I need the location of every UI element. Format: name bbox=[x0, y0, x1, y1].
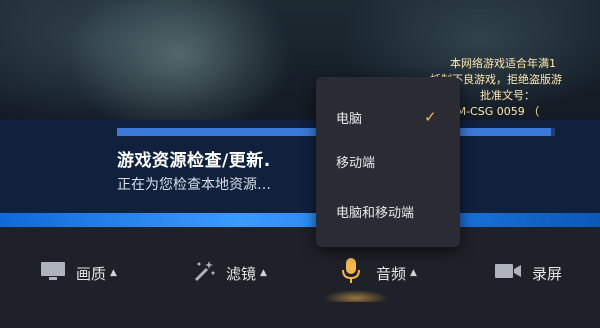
filter-label: 滤镜 bbox=[226, 264, 257, 283]
checkmark-icon: ✓ bbox=[424, 108, 437, 126]
notice-line-1: 本网络游戏适合年满1 bbox=[450, 57, 556, 70]
progress-subtitle: 正在为您检查本地资源… bbox=[117, 177, 271, 193]
microphone-icon bbox=[340, 257, 362, 289]
audio-label: 音频 bbox=[376, 264, 407, 283]
caret-up-icon: ▲ bbox=[410, 268, 417, 278]
progress-title: 游戏资源检查/更新. bbox=[117, 151, 271, 171]
audio-option-pc-and-mobile[interactable]: 电脑和移动端 bbox=[336, 202, 414, 221]
quality-button[interactable]: 画质 ▲ bbox=[40, 258, 117, 288]
quality-label: 画质 bbox=[76, 264, 107, 283]
video-camera-icon bbox=[494, 261, 522, 285]
record-label: 录屏 bbox=[532, 264, 563, 283]
caret-up-icon: ▲ bbox=[260, 268, 267, 278]
magic-wand-icon bbox=[192, 259, 216, 287]
audio-option-mobile[interactable]: 移动端 bbox=[336, 152, 375, 171]
audio-source-dropdown: 电脑 移动端 电脑和移动端 bbox=[316, 77, 460, 247]
audio-option-pc[interactable]: 电脑 bbox=[336, 108, 362, 127]
filter-button[interactable]: 滤镜 ▲ bbox=[192, 258, 267, 288]
audio-button[interactable]: 音频 ▲ bbox=[340, 258, 417, 288]
desktop-wallpaper-strip bbox=[0, 213, 600, 227]
caret-up-icon: ▲ bbox=[110, 268, 117, 278]
monitor-icon bbox=[40, 260, 66, 286]
record-button[interactable]: 录屏 bbox=[494, 258, 562, 288]
